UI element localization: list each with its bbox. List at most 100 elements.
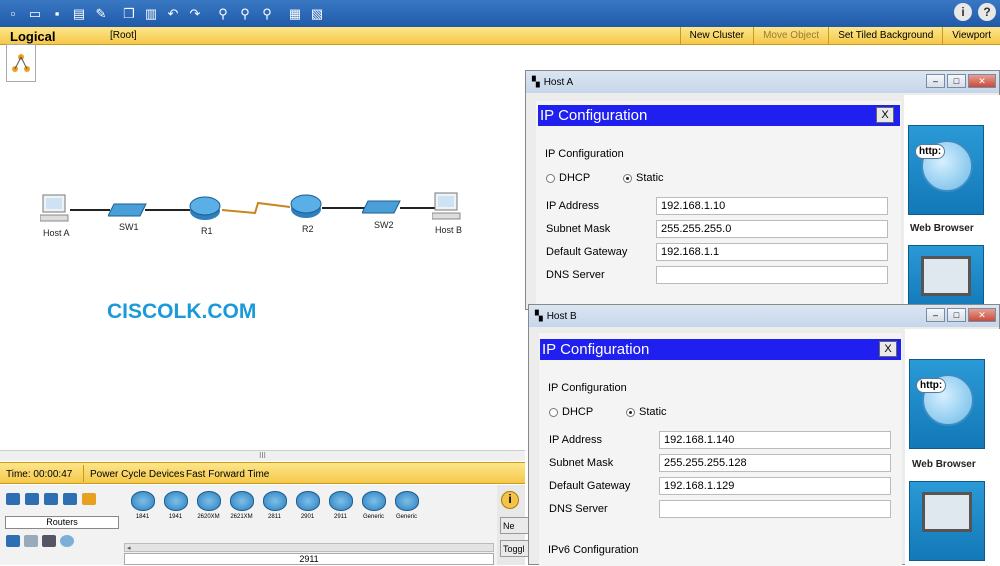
- router-model-1941[interactable]: 1941: [160, 491, 191, 531]
- undo-icon[interactable]: ↶: [164, 5, 182, 23]
- paste-icon[interactable]: ▥: [142, 5, 160, 23]
- custom-device-icon[interactable]: ▧: [308, 5, 326, 23]
- host-b-titlebar[interactable]: ▚ Host B – □ ✕: [529, 305, 999, 327]
- security-category-icon[interactable]: [24, 535, 38, 547]
- wan-emulation-category-icon[interactable]: [42, 535, 56, 547]
- command-prompt-app[interactable]: [908, 245, 984, 311]
- maximize-button[interactable]: □: [947, 74, 966, 88]
- power-cycle-button[interactable]: Power Cycle Devices: [90, 469, 184, 480]
- router-models-list: 1841 1941 2620XM 2621XM 2811 2901 2911 G…: [127, 491, 422, 531]
- r2-router-icon[interactable]: [289, 193, 323, 219]
- activity-wizard-icon[interactable]: ✎: [92, 5, 110, 23]
- zoom-in-icon[interactable]: ⚲: [214, 5, 232, 23]
- http-badge: http:: [915, 144, 946, 159]
- models-scrollbar[interactable]: ◂: [124, 543, 494, 552]
- default-gateway-label: Default Gateway: [549, 480, 631, 492]
- dhcp-radio[interactable]: [546, 173, 555, 183]
- router-model-generic-1[interactable]: Generic: [358, 491, 389, 531]
- host-b-default-gateway-field[interactable]: 192.168.1.129: [659, 477, 891, 495]
- host-a-default-gateway-field[interactable]: 192.168.1.1: [656, 243, 888, 261]
- model-label: 2621XM: [230, 514, 253, 520]
- router-icon: [130, 491, 155, 511]
- host-a-dhcp-option[interactable]: DHCP: [546, 172, 590, 184]
- minimize-button[interactable]: –: [926, 308, 945, 322]
- web-browser-app[interactable]: http:: [909, 359, 985, 449]
- move-object-button[interactable]: Move Object: [753, 27, 828, 45]
- zoom-out-icon[interactable]: ⚲: [258, 5, 276, 23]
- open-folder-icon[interactable]: ▭: [26, 5, 44, 23]
- host-b-dhcp-option[interactable]: DHCP: [549, 406, 593, 418]
- minimize-button[interactable]: –: [926, 74, 945, 88]
- tiled-background-button[interactable]: Set Tiled Background: [828, 27, 942, 45]
- router-model-1841[interactable]: 1841: [127, 491, 158, 531]
- r1-router-icon[interactable]: [188, 195, 222, 221]
- switches-category-icon[interactable]: [25, 493, 39, 505]
- router-model-2911[interactable]: 2911: [325, 491, 356, 531]
- close-window-button[interactable]: ✕: [968, 308, 996, 322]
- sw1-switch-icon[interactable]: [108, 200, 148, 220]
- workspace-horizontal-scrollbar[interactable]: III: [0, 450, 525, 461]
- end-devices-category-icon[interactable]: [6, 535, 20, 547]
- host-b-static-option[interactable]: Static: [626, 406, 667, 418]
- host-a-pc-icon[interactable]: [40, 193, 70, 225]
- host-b-ip-address-field[interactable]: 192.168.1.140: [659, 431, 891, 449]
- host-a-titlebar[interactable]: ▚ Host A – □ ✕: [526, 71, 999, 93]
- selected-model-name: 2911: [124, 553, 494, 565]
- host-b-dns-server-field[interactable]: [659, 500, 891, 518]
- router-model-2811[interactable]: 2811: [259, 491, 290, 531]
- save-icon[interactable]: ▪: [48, 5, 66, 23]
- router-model-2901[interactable]: 2901: [292, 491, 323, 531]
- host-a-static-option[interactable]: Static: [623, 172, 664, 184]
- new-cluster-button[interactable]: New Cluster: [679, 27, 753, 45]
- default-gateway-label: Default Gateway: [546, 246, 628, 258]
- watermark-text: CISCOLK.COM: [107, 300, 257, 323]
- router-model-2620xm[interactable]: 2620XM: [193, 491, 224, 531]
- wireless-category-icon[interactable]: [63, 493, 77, 505]
- connections-category-icon[interactable]: [82, 493, 96, 505]
- breadcrumb-root[interactable]: [Root]: [110, 30, 137, 41]
- info-icon[interactable]: i: [954, 3, 972, 21]
- command-prompt-app[interactable]: [909, 481, 985, 561]
- new-file-icon[interactable]: ▫: [4, 5, 22, 23]
- routers-category-icon[interactable]: [6, 493, 20, 505]
- close-window-button[interactable]: ✕: [968, 74, 996, 88]
- custom-category-icon[interactable]: [60, 535, 74, 547]
- static-radio[interactable]: [626, 407, 635, 417]
- zoom-reset-icon[interactable]: ⚲: [236, 5, 254, 23]
- pc-window-icon: ▚: [535, 310, 543, 322]
- scenario-info-icon[interactable]: i: [501, 491, 519, 509]
- web-browser-app[interactable]: http:: [908, 125, 984, 215]
- hubs-category-icon[interactable]: [44, 493, 58, 505]
- dhcp-label: DHCP: [562, 406, 594, 418]
- logical-workspace[interactable]: Host A SW1 R1 R2 SW2 Host B: [0, 45, 525, 450]
- dhcp-radio[interactable]: [549, 407, 558, 417]
- host-b-pc-icon[interactable]: [432, 191, 462, 223]
- model-label: 1941: [168, 514, 183, 520]
- host-a-dns-server-field[interactable]: [656, 266, 888, 284]
- router-icon: [328, 491, 353, 511]
- router-icon: [196, 491, 221, 511]
- host-a-ip-address-field[interactable]: 192.168.1.10: [656, 197, 888, 215]
- maximize-button[interactable]: □: [947, 308, 966, 322]
- redo-icon[interactable]: ↷: [186, 5, 204, 23]
- copy-icon[interactable]: ❐: [120, 5, 138, 23]
- viewport-button[interactable]: Viewport: [942, 27, 1000, 45]
- sw2-switch-icon[interactable]: [362, 197, 402, 217]
- static-radio[interactable]: [623, 173, 632, 183]
- host-b-subnet-mask-field[interactable]: 255.255.255.128: [659, 454, 891, 472]
- toggle-pdu-button[interactable]: Toggl: [500, 540, 530, 557]
- router-model-generic-2[interactable]: Generic: [391, 491, 422, 531]
- print-icon[interactable]: ▤: [70, 5, 88, 23]
- new-scenario-button[interactable]: Ne: [500, 517, 530, 534]
- router-icon: [262, 491, 287, 511]
- fast-forward-button[interactable]: Fast Forward Time: [186, 469, 269, 480]
- host-b-ip-close-button[interactable]: X: [879, 341, 897, 357]
- help-icon[interactable]: ?: [978, 3, 996, 21]
- router-model-2621xm[interactable]: 2621XM: [226, 491, 257, 531]
- host-a-subnet-mask-field[interactable]: 255.255.255.0: [656, 220, 888, 238]
- router-icon: [394, 491, 419, 511]
- host-a-ip-close-button[interactable]: X: [876, 107, 894, 123]
- simulation-time: Time: 00:00:47: [6, 469, 73, 480]
- logical-tab[interactable]: Logical: [10, 29, 56, 44]
- palette-icon[interactable]: ▦: [286, 5, 304, 23]
